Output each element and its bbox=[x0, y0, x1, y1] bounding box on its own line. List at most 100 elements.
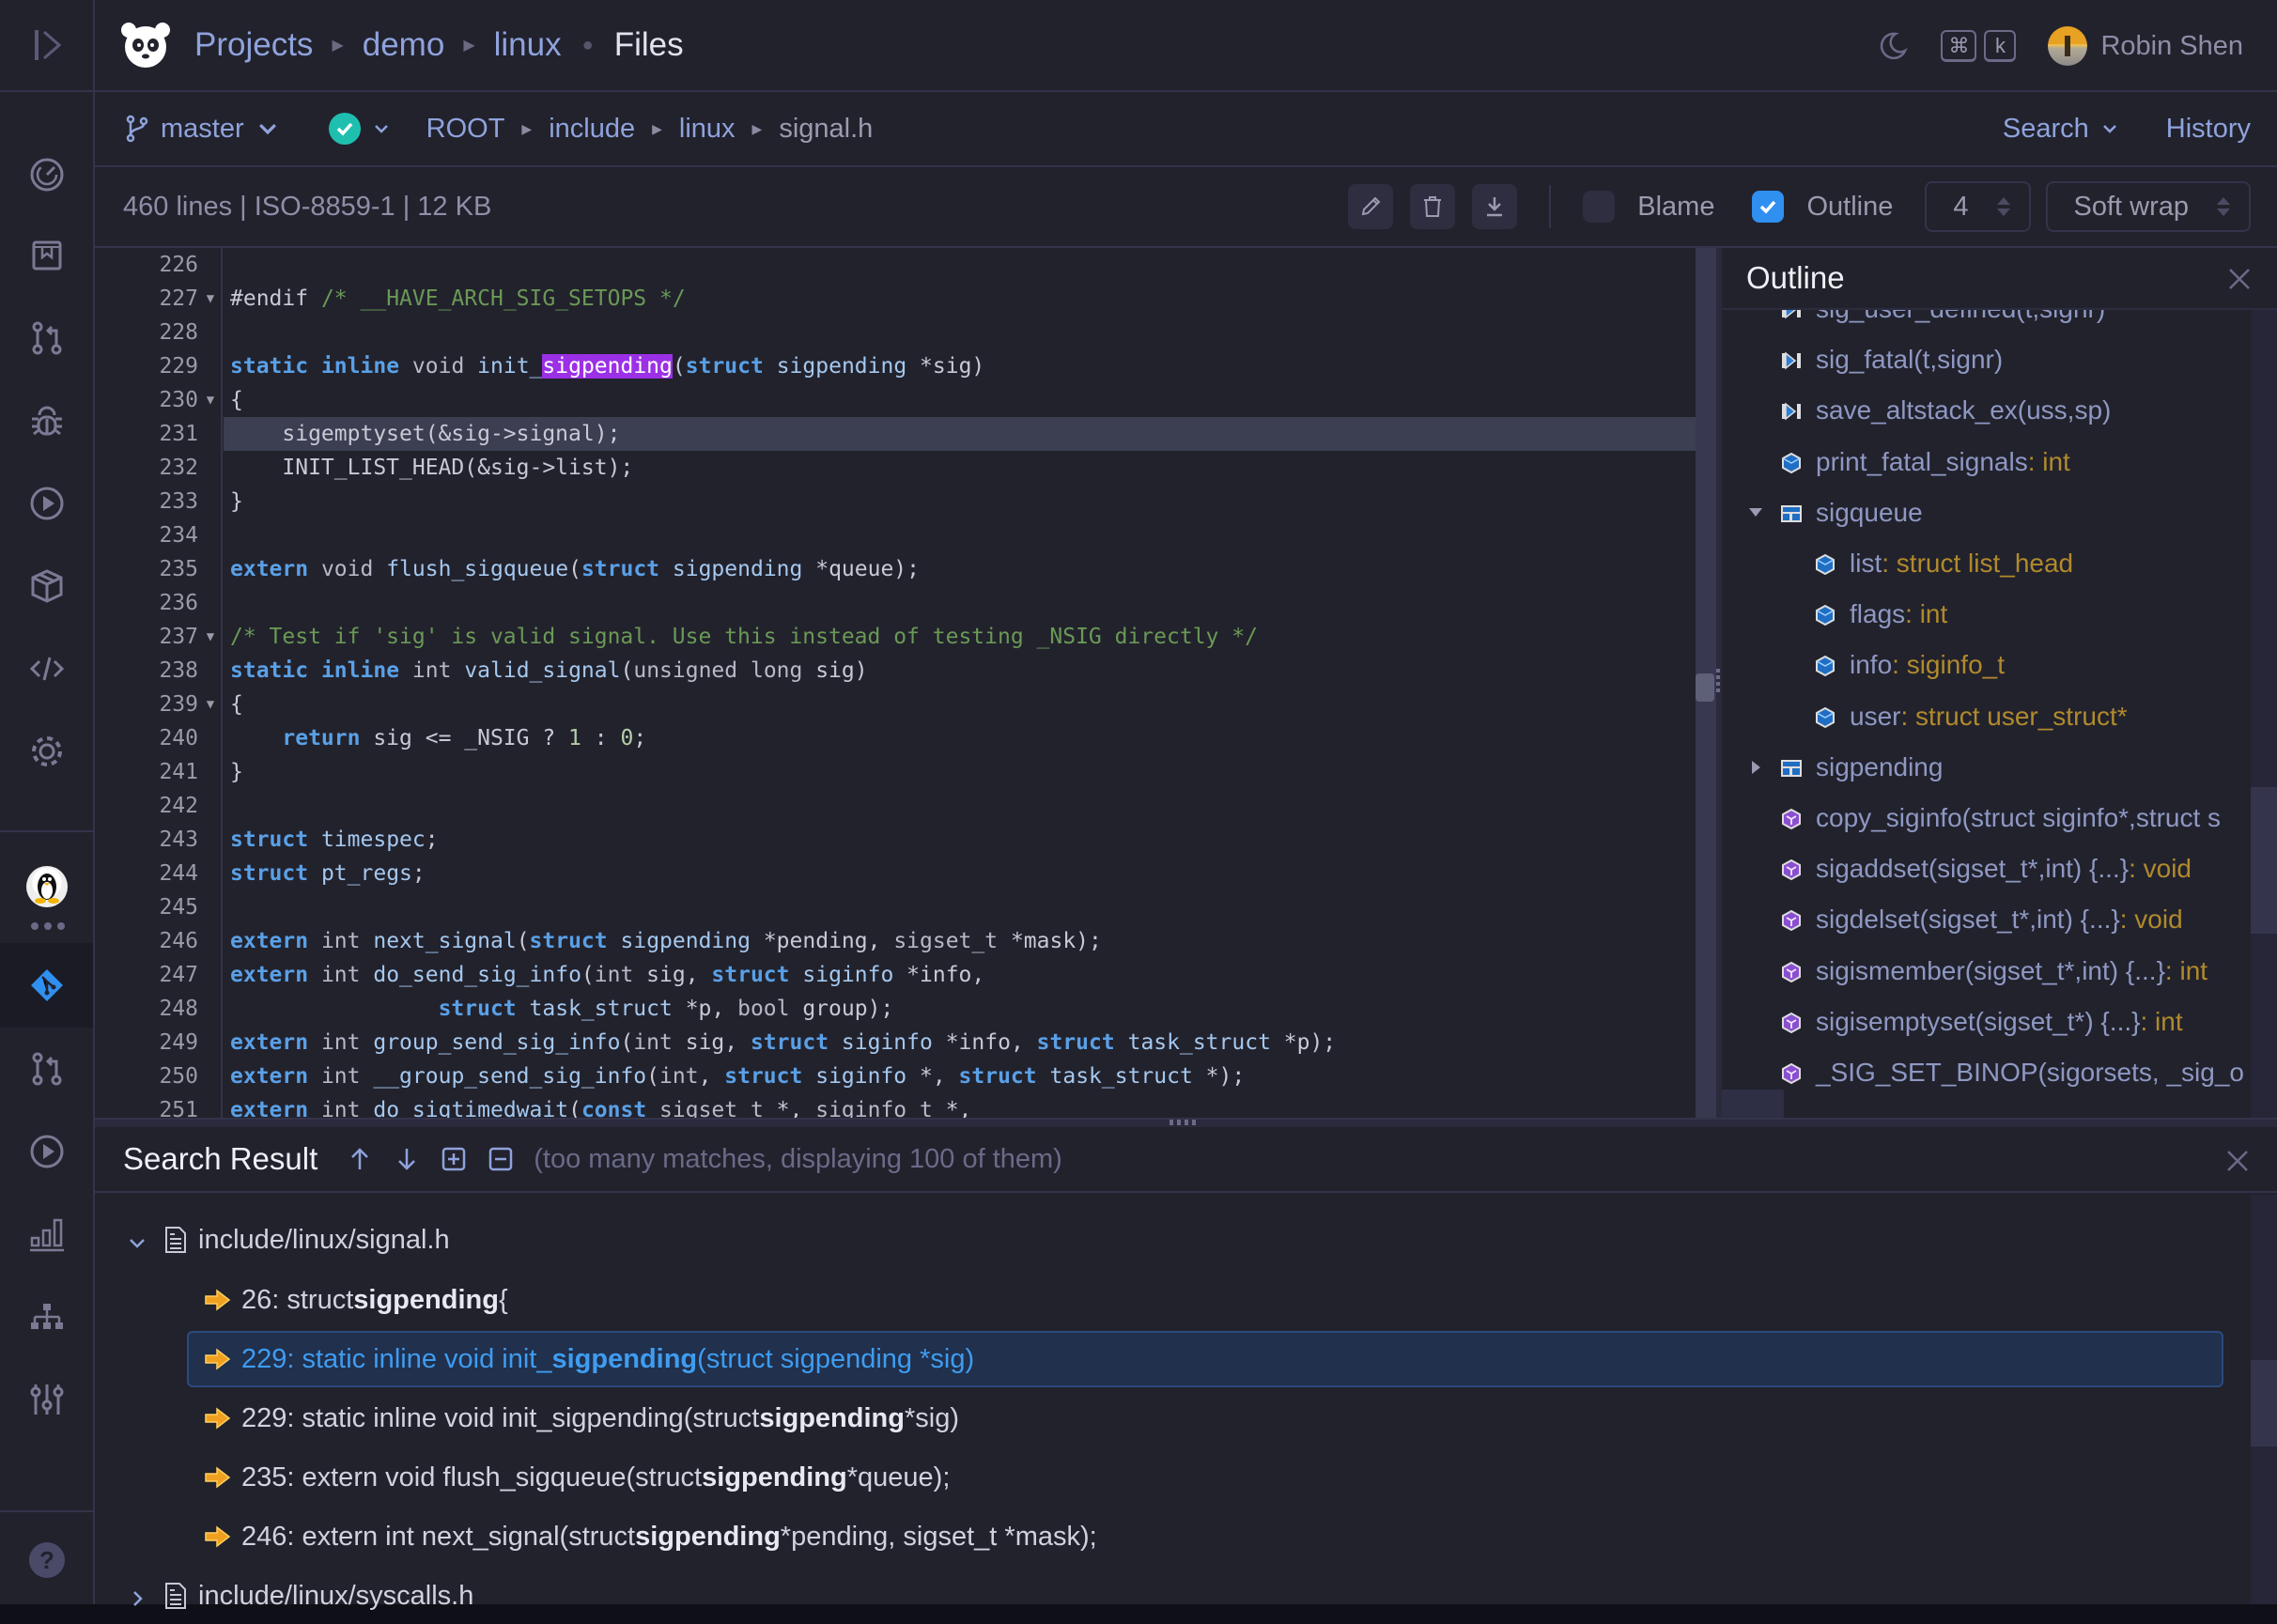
result-file-row[interactable]: include/linux/signal.h bbox=[127, 1212, 450, 1268]
blame-label[interactable]: Blame bbox=[1637, 192, 1714, 223]
outline-label[interactable]: Outline bbox=[1806, 192, 1893, 223]
k-key-hint[interactable]: k bbox=[1984, 30, 2017, 62]
command-key-hint[interactable]: ⌘ bbox=[1941, 30, 1977, 62]
sidebar-item-hierarchy[interactable] bbox=[0, 1279, 93, 1354]
code-line[interactable]: 228 bbox=[95, 316, 1696, 349]
outline-checkbox[interactable] bbox=[1752, 191, 1785, 223]
chevron-right-icon[interactable] bbox=[127, 1585, 147, 1606]
sidebar-item-settings[interactable] bbox=[0, 714, 93, 789]
outline-scrollbar[interactable] bbox=[2251, 310, 2277, 1118]
code-line[interactable]: 246 extern int next_signal(struct sigpend… bbox=[95, 924, 1696, 958]
result-match-row[interactable]: 229: static inline void init_sigpending(… bbox=[187, 1331, 2223, 1387]
editor-scrollbar-thumb[interactable] bbox=[1696, 673, 1714, 702]
delete-button[interactable] bbox=[1410, 184, 1456, 229]
path-root[interactable]: ROOT bbox=[426, 114, 505, 145]
user-name[interactable]: Robin Shen bbox=[2100, 31, 2243, 62]
search-dropdown-button[interactable]: Search bbox=[2003, 114, 2119, 145]
sidebar-item-project-builds[interactable] bbox=[0, 1114, 93, 1189]
breadcrumb-linux[interactable]: linux bbox=[494, 26, 562, 64]
history-link[interactable]: History bbox=[2166, 114, 2251, 145]
fold-toggle-icon[interactable]: ▼ bbox=[198, 629, 223, 644]
code-line[interactable]: 241} bbox=[95, 755, 1696, 789]
result-file-row[interactable]: include/linux/syscalls.h bbox=[127, 1568, 473, 1624]
project-more-dots[interactable] bbox=[31, 922, 65, 930]
breadcrumb-projects[interactable]: Projects bbox=[194, 26, 313, 64]
outline-scrollbar-thumb[interactable] bbox=[2251, 787, 2277, 934]
path-include[interactable]: include bbox=[549, 114, 635, 145]
previous-match-arrow-up-icon[interactable] bbox=[346, 1145, 374, 1173]
sidebar-item-dashboard[interactable] bbox=[0, 135, 93, 210]
close-outline-icon[interactable] bbox=[2226, 266, 2253, 292]
sidebar-item-issues[interactable] bbox=[0, 383, 93, 458]
sidebar-item-project-settings[interactable] bbox=[0, 1362, 93, 1437]
next-match-arrow-down-icon[interactable] bbox=[393, 1145, 421, 1173]
fold-toggle-icon[interactable]: ▼ bbox=[198, 697, 223, 712]
sidebar-item-bookmarks[interactable] bbox=[0, 218, 93, 293]
sidebar-item-builds[interactable] bbox=[0, 466, 93, 541]
outline-item[interactable]: sigaddset(sigset_t*,int) {...} : void bbox=[1780, 843, 2192, 894]
download-button[interactable] bbox=[1472, 184, 1518, 229]
sidebar-toggle-button[interactable] bbox=[0, 0, 95, 92]
code-line[interactable]: 239 ▼ { bbox=[95, 688, 1696, 721]
onedev-panda-logo[interactable] bbox=[117, 17, 174, 73]
code-line[interactable]: 227 ▼ #endif /* __HAVE_ARCH_SIG_SETOPS */ bbox=[95, 282, 1696, 316]
chevron-down-icon[interactable] bbox=[127, 1230, 147, 1250]
outline-item[interactable]: print_fatal_signals : int bbox=[1780, 437, 2070, 487]
outline-item[interactable]: flags : int bbox=[1814, 589, 1947, 640]
breadcrumb-demo[interactable]: demo bbox=[363, 26, 445, 64]
sidebar-item-pull-requests[interactable] bbox=[0, 301, 93, 376]
outline-item[interactable]: sigqueue bbox=[1749, 487, 1923, 538]
result-match-row[interactable]: 229: static inline void init_sigpending(… bbox=[204, 1390, 959, 1446]
code-line[interactable]: 230 ▼ { bbox=[95, 383, 1696, 417]
outline-item[interactable]: list : struct list_head bbox=[1814, 538, 2073, 589]
build-status-success[interactable] bbox=[328, 113, 361, 145]
outline-item[interactable]: user : struct user_struct* bbox=[1814, 691, 2128, 742]
outline-item[interactable]: sig_user_defined(t,signr) bbox=[1780, 310, 2105, 334]
path-linux[interactable]: linux bbox=[679, 114, 736, 145]
tree-collapsed-caret-icon[interactable] bbox=[1746, 760, 1765, 775]
code-line[interactable]: 235 extern void flush_sigqueue(struct sig… bbox=[95, 552, 1696, 586]
result-match-row[interactable]: 26: struct sigpending { bbox=[204, 1272, 508, 1328]
outline-item[interactable]: copy_siginfo(struct siginfo*,struct s bbox=[1780, 793, 2221, 843]
code-line[interactable]: 242 bbox=[95, 789, 1696, 823]
tab-size-select[interactable]: 4 bbox=[1925, 181, 2031, 232]
code-line[interactable]: 247 extern int do_send_sig_info(int sig, … bbox=[95, 958, 1696, 992]
code-line[interactable]: 245 bbox=[95, 890, 1696, 924]
sidebar-item-code[interactable] bbox=[0, 631, 93, 706]
code-line[interactable]: 243 struct timespec; bbox=[95, 823, 1696, 857]
user-avatar[interactable] bbox=[2048, 26, 2088, 66]
dark-mode-moon-icon[interactable] bbox=[1877, 30, 1909, 62]
code-line[interactable]: 240 return sig <= _NSIG ? 1 : 0; bbox=[95, 721, 1696, 755]
code-line[interactable]: 231 sigemptyset(&sig->signal); bbox=[95, 417, 1696, 451]
outline-item[interactable]: info : siginfo_t bbox=[1814, 640, 2005, 690]
code-line[interactable]: 251 extern int do_sigtimedwait(const sigs… bbox=[95, 1093, 1696, 1118]
code-line[interactable]: 226 bbox=[95, 248, 1696, 282]
blame-checkbox[interactable] bbox=[1583, 191, 1616, 223]
code-line[interactable]: 229 static inline void init_sigpending(st… bbox=[95, 349, 1696, 383]
code-line[interactable]: 232 INIT_LIST_HEAD(&sig->list); bbox=[95, 451, 1696, 485]
wrap-mode-select[interactable]: Soft wrap bbox=[2045, 181, 2251, 232]
help-button[interactable]: ? bbox=[29, 1542, 65, 1578]
project-avatar-tux[interactable] bbox=[26, 866, 68, 907]
tree-expanded-caret-icon[interactable] bbox=[1746, 507, 1765, 518]
sidebar-item-files[interactable] bbox=[0, 943, 93, 1028]
result-match-row[interactable]: 235: extern void flush_sigqueue(struct s… bbox=[204, 1449, 950, 1506]
code-line[interactable]: 237 ▼ /* Test if 'sig' is valid signal. Us… bbox=[95, 620, 1696, 654]
branch-selector[interactable]: master bbox=[125, 114, 291, 145]
code-line[interactable]: 244 struct pt_regs; bbox=[95, 857, 1696, 890]
results-scrollbar-thumb[interactable] bbox=[2251, 1360, 2277, 1446]
close-results-icon[interactable] bbox=[2224, 1148, 2251, 1174]
fold-toggle-icon[interactable]: ▼ bbox=[198, 393, 223, 408]
code-editor[interactable]: 226 227 ▼ #endif /* __HAVE_ARCH_SIG_SETOPS … bbox=[95, 248, 1696, 1118]
result-match-row[interactable]: 246: extern int next_signal(struct sigpe… bbox=[204, 1508, 1097, 1565]
code-line[interactable]: 250 extern int __group_send_sig_info(int,… bbox=[95, 1059, 1696, 1093]
status-chevron-down-icon[interactable] bbox=[372, 119, 391, 138]
sidebar-item-statistics[interactable] bbox=[0, 1197, 93, 1272]
code-line[interactable]: 233} bbox=[95, 485, 1696, 518]
outline-item[interactable]: _SIG_SET_BINOP(sigorsets, _sig_o bbox=[1780, 1047, 2244, 1098]
fold-toggle-icon[interactable]: ▼ bbox=[198, 291, 223, 306]
code-line[interactable]: 234 bbox=[95, 518, 1696, 552]
outline-item[interactable]: sigisemptyset(sigset_t*) {...} : int bbox=[1780, 997, 2183, 1047]
outline-item[interactable]: sigismember(sigset_t*,int) {...} : int bbox=[1780, 946, 2207, 997]
code-line[interactable]: 248 struct task_struct *p, bool group); bbox=[95, 992, 1696, 1026]
